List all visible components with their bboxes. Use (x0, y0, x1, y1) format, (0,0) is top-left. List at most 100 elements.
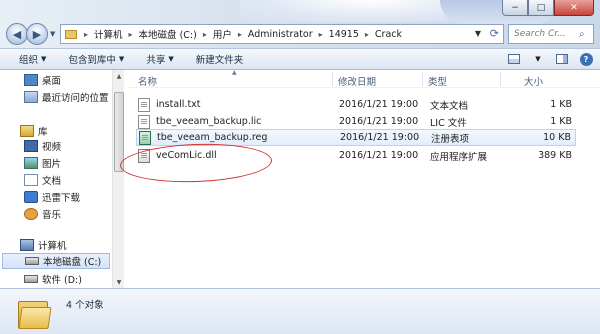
share-label: 共享 (146, 55, 166, 66)
sort-ascending-icon: ▲ (232, 69, 237, 76)
view-dropdown-button[interactable]: ▼ (530, 52, 546, 66)
help-button[interactable]: ? (578, 52, 594, 66)
column-date[interactable]: 修改日期 (338, 74, 376, 88)
computer-icon (20, 239, 34, 251)
share-button[interactable]: 共享 ▼ (135, 52, 184, 66)
file-date: 2016/1/21 19:00 (339, 99, 419, 110)
chevron-right-icon[interactable]: ▸ (200, 30, 210, 39)
file-row[interactable]: install.txt 2016/1/21 19:00 文本文档 1 KB (136, 96, 576, 113)
file-type: 应用程序扩展 (430, 151, 488, 163)
column-divider[interactable] (332, 72, 333, 86)
breadcrumb-crack[interactable]: Crack (372, 29, 405, 40)
file-row[interactable]: tbe_veeam_backup.lic 2016/1/21 19:00 LIC… (136, 113, 576, 130)
sidebar-item-label: 文档 (42, 176, 62, 187)
file-name: install.txt (156, 99, 201, 110)
library-icon (20, 125, 34, 137)
refresh-icon[interactable]: ⟳ (490, 27, 499, 40)
sidebar-item-videos[interactable]: 视频 (24, 138, 61, 154)
sidebar-item-label: 音乐 (42, 210, 62, 221)
text-file-icon (138, 97, 150, 112)
breadcrumb-administrator[interactable]: Administrator (245, 29, 316, 40)
drive-icon (24, 275, 38, 283)
breadcrumb-14915[interactable]: 14915 (326, 29, 362, 40)
file-date: 2016/1/21 19:00 (339, 116, 419, 127)
address-dropdown-icon[interactable]: ▼ (475, 29, 481, 38)
sidebar-item-desktop[interactable]: 桌面 (24, 72, 61, 88)
forward-arrow-icon: ▶ (32, 27, 42, 41)
history-dropdown-icon[interactable]: ▼ (50, 30, 55, 38)
new-folder-label: 新建文件夹 (195, 55, 244, 66)
sidebar-item-label: 库 (38, 127, 48, 138)
breadcrumb-computer[interactable]: 计算机 (91, 27, 126, 41)
sidebar-item-software-d[interactable]: 软件 (D:) (24, 271, 82, 287)
explorer-main: 桌面 最近访问的位置 库 视频 图片 文档 迅雷下载 音乐 计算机 本地磁盘 (… (0, 69, 600, 288)
organize-label: 组织 (19, 55, 39, 66)
registry-file-icon (139, 130, 151, 145)
maximize-button[interactable]: □ (528, 0, 554, 16)
include-library-button[interactable]: 包含到库中 ▼ (57, 52, 135, 66)
drive-icon (25, 257, 39, 265)
column-type[interactable]: 类型 (428, 74, 447, 88)
file-type: 注册表项 (431, 133, 470, 145)
chevron-right-icon: ▸ (84, 29, 89, 39)
nav-buttons: ◀ ▶ ▼ (6, 23, 55, 45)
sidebar-item-local-disk-c[interactable]: 本地磁盘 (C:) (2, 253, 110, 269)
search-input[interactable]: Search Cr... (514, 29, 579, 39)
sidebar-item-label: 最近访问的位置 (42, 93, 109, 104)
chevron-down-icon: ▼ (168, 55, 174, 63)
video-icon (24, 140, 38, 152)
sidebar-item-computer[interactable]: 计算机 (20, 237, 67, 253)
sidebar-item-documents[interactable]: 文档 (24, 172, 61, 188)
organize-button[interactable]: 组织 ▼ (8, 52, 57, 66)
minimize-button[interactable]: − (502, 0, 528, 16)
column-divider[interactable] (422, 72, 423, 86)
item-count: 4 个对象 (66, 300, 104, 311)
sidebar-item-libraries[interactable]: 库 (20, 123, 48, 139)
sidebar-item-thunder[interactable]: 迅雷下载 (24, 189, 80, 205)
file-icon (138, 114, 150, 129)
view-icon (508, 54, 520, 64)
breadcrumb-local-disk[interactable]: 本地磁盘 (C:) (136, 27, 200, 41)
file-name: tbe_veeam_backup.reg (157, 132, 268, 143)
column-name[interactable]: 名称 (138, 74, 157, 88)
help-icon: ? (579, 52, 593, 66)
sidebar-item-label: 计算机 (38, 241, 67, 252)
new-folder-button[interactable]: 新建文件夹 (185, 52, 255, 66)
chevron-right-icon[interactable]: ▸ (235, 30, 245, 39)
change-view-button[interactable] (506, 52, 522, 66)
file-size: 389 KB (538, 150, 572, 161)
search-box[interactable]: Search Cr... ⌕ (508, 24, 594, 44)
sidebar-scrollbar[interactable]: ▲ ▼ (112, 70, 124, 288)
preview-pane-icon (556, 54, 568, 64)
scroll-up-icon[interactable]: ▲ (113, 70, 125, 82)
chevron-right-icon[interactable]: ▸ (126, 30, 136, 39)
address-bar[interactable]: ▸ 计算机 ▸ 本地磁盘 (C:) ▸ 用户 ▸ Administrator ▸… (60, 24, 504, 44)
pictures-icon (24, 157, 38, 169)
sidebar-item-music[interactable]: 音乐 (24, 206, 61, 222)
breadcrumb-users[interactable]: 用户 (210, 27, 235, 41)
forward-button[interactable]: ▶ (26, 23, 48, 45)
chevron-right-icon[interactable]: ▸ (316, 30, 326, 39)
file-size: 1 KB (550, 99, 572, 110)
preview-pane-button[interactable] (554, 52, 570, 66)
column-divider[interactable] (500, 72, 501, 86)
file-date: 2016/1/21 19:00 (340, 132, 420, 143)
sidebar-item-pictures[interactable]: 图片 (24, 155, 61, 171)
file-type: 文本文档 (430, 100, 469, 112)
back-button[interactable]: ◀ (6, 23, 28, 45)
sidebar-item-label: 桌面 (42, 76, 62, 87)
breadcrumb: ▸ 计算机 ▸ 本地磁盘 (C:) ▸ 用户 ▸ Administrator ▸… (81, 27, 405, 42)
chevron-right-icon[interactable]: ▸ (362, 30, 372, 39)
sidebar-item-label: 本地磁盘 (C:) (43, 257, 102, 268)
desktop-icon (24, 74, 38, 86)
search-icon[interactable]: ⌕ (579, 29, 593, 40)
close-button[interactable]: ✕ (554, 0, 594, 16)
scroll-down-icon[interactable]: ▼ (113, 276, 125, 288)
column-size[interactable]: 大小 (524, 74, 543, 88)
documents-icon (24, 174, 38, 186)
sidebar-item-recent[interactable]: 最近访问的位置 (24, 89, 109, 105)
details-pane: 4 个对象 (0, 288, 600, 334)
file-name: tbe_veeam_backup.lic (156, 116, 262, 127)
column-header: ▲ 名称 修改日期 类型 大小 (128, 69, 600, 88)
command-bar: 组织 ▼ 包含到库中 ▼ 共享 ▼ 新建文件夹 ▼ ? (0, 48, 600, 70)
